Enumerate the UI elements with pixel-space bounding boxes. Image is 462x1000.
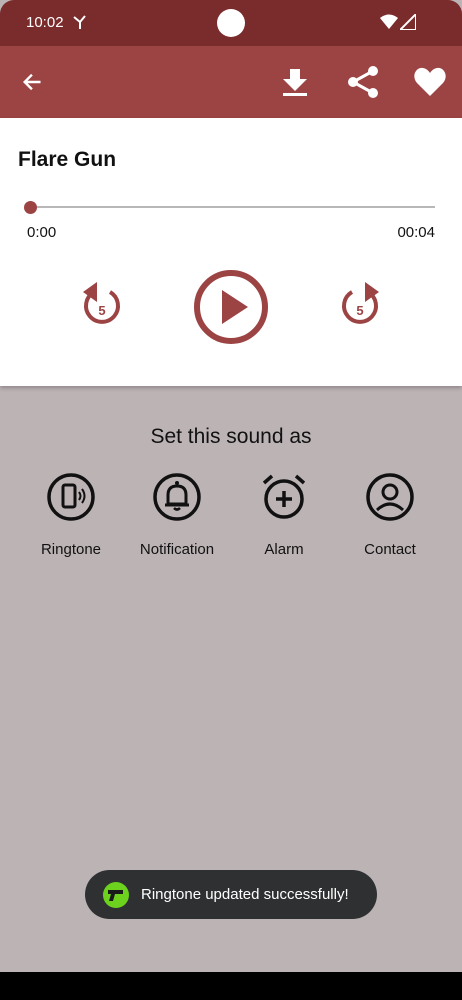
set-as-notification[interactable]: Notification <box>122 472 232 558</box>
share-icon <box>348 66 378 98</box>
set-as-contact[interactable]: Contact <box>335 472 445 558</box>
toast: Ringtone updated successfully! <box>85 870 377 919</box>
set-as-heading: Set this sound as <box>150 425 312 448</box>
heart-icon <box>414 67 446 96</box>
favorite-button[interactable] <box>412 64 448 100</box>
forward-seconds: 5 <box>356 303 363 318</box>
signal-icon <box>400 14 416 30</box>
camera-cutout <box>217 9 245 37</box>
contact-icon <box>366 473 414 521</box>
rewind-icon: 5 <box>83 282 120 324</box>
navigation-bar <box>0 972 462 1000</box>
play-icon <box>194 270 268 344</box>
seek-bar[interactable] <box>30 206 435 208</box>
rewind-5-button[interactable]: 5 <box>80 280 124 330</box>
flare-gun-icon <box>108 889 123 901</box>
back-button[interactable] <box>14 64 50 100</box>
bell-icon <box>153 473 201 521</box>
option-label: Notification <box>139 541 215 558</box>
seek-thumb[interactable] <box>24 201 37 214</box>
duration: 00:04 <box>397 224 435 241</box>
forward-5-button[interactable]: 5 <box>338 280 382 330</box>
option-label: Contact <box>364 541 416 558</box>
toast-message: Ringtone updated successfully! <box>141 886 349 903</box>
option-label: Alarm <box>264 541 304 558</box>
option-label: Ringtone <box>40 541 102 558</box>
phone-vibrate-icon <box>47 473 95 521</box>
share-button[interactable] <box>345 64 381 100</box>
app-icon <box>103 881 129 908</box>
app-bar <box>0 46 462 118</box>
status-time: 10:02 <box>26 14 64 31</box>
status-bar: 10:02 <box>0 0 462 46</box>
notification-status-icon <box>73 15 86 29</box>
set-as-ringtone[interactable]: Ringtone <box>16 472 126 558</box>
arrow-left-icon <box>22 73 41 91</box>
alarm-add-icon <box>262 474 306 519</box>
sound-title: Flare Gun <box>18 148 117 171</box>
download-icon <box>283 69 307 96</box>
set-as-alarm[interactable]: Alarm <box>229 472 339 558</box>
current-time: 0:00 <box>27 224 57 241</box>
rewind-seconds: 5 <box>98 303 105 318</box>
download-button[interactable] <box>277 64 313 100</box>
player-card: Flare Gun 0:00 00:04 5 5 <box>0 118 462 386</box>
wifi-icon <box>380 14 398 29</box>
forward-icon: 5 <box>342 282 379 324</box>
play-button[interactable] <box>192 268 270 346</box>
